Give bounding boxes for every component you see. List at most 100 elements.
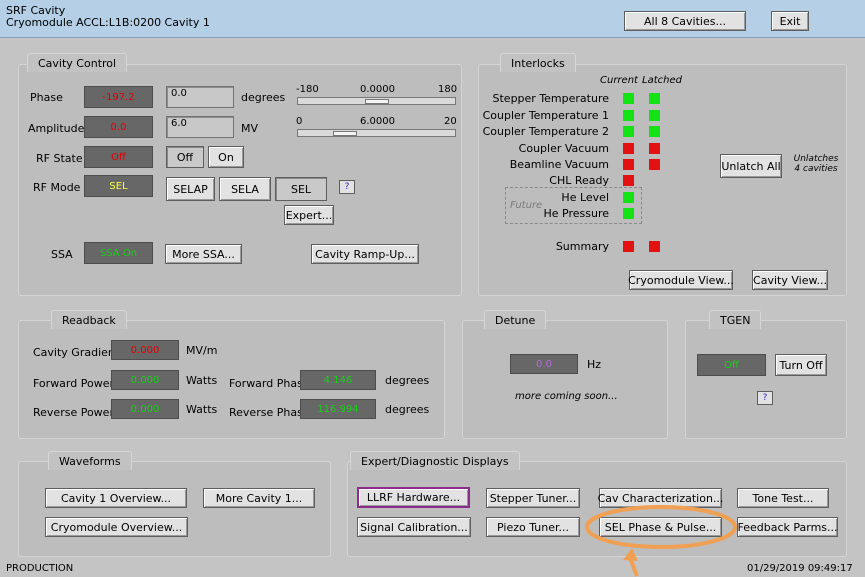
summary-latched-indicator bbox=[649, 241, 660, 252]
summary-current-indicator bbox=[623, 241, 634, 252]
window-title: SRF Cavity Cryomodule ACCL:L1B:0200 Cavi… bbox=[6, 5, 210, 29]
interlock-label: Coupler Vacuum bbox=[518, 142, 609, 155]
ssa-readback: SSA On bbox=[84, 242, 153, 264]
amplitude-slider[interactable] bbox=[297, 129, 456, 137]
gradient-unit: MV/m bbox=[186, 344, 218, 357]
rf-mode-readback: SEL bbox=[84, 175, 153, 197]
sel-button[interactable]: SEL bbox=[275, 177, 327, 201]
expert-button[interactable]: Expert... bbox=[284, 205, 334, 225]
interlock-current-indicator bbox=[623, 192, 634, 203]
more-ssa-button[interactable]: More SSA... bbox=[165, 244, 242, 264]
phase-unit: degrees bbox=[241, 91, 286, 104]
cavity-view-button[interactable]: Cavity View... bbox=[752, 270, 828, 290]
reverse-power-unit: Watts bbox=[186, 403, 218, 416]
llrf-hardware-button[interactable]: LLRF Hardware... bbox=[357, 487, 470, 508]
interlock-current-indicator bbox=[623, 143, 634, 154]
stepper-tuner-button[interactable]: Stepper Tuner... bbox=[486, 488, 580, 508]
reverse-phase-label: Reverse Phase bbox=[229, 406, 310, 419]
waveforms-tab: Waveforms bbox=[48, 451, 132, 470]
forward-power-readback: 0.000 bbox=[111, 370, 179, 390]
unlatch-note-line-2: 4 cavities bbox=[794, 164, 838, 174]
selap-button[interactable]: SELAP bbox=[166, 177, 215, 201]
exit-button[interactable]: Exit bbox=[771, 11, 809, 31]
detune-readback: 0.0 bbox=[510, 354, 578, 374]
interlock-current-indicator bbox=[623, 175, 634, 186]
amplitude-slider-thumb[interactable] bbox=[333, 131, 357, 136]
mode-indicator: PRODUCTION bbox=[6, 563, 74, 574]
highlight-arrow-head bbox=[623, 548, 638, 561]
unlatch-note-line-1: Unlatches bbox=[793, 154, 839, 164]
gradient-readback: 0.000 bbox=[111, 340, 179, 360]
interlock-label: CHL Ready bbox=[549, 174, 609, 187]
phase-label: Phase bbox=[30, 91, 63, 104]
unlatch-all-button[interactable]: Unlatch All bbox=[720, 154, 782, 178]
piezo-tuner-button[interactable]: Piezo Tuner... bbox=[486, 517, 580, 537]
interlock-current-indicator bbox=[623, 110, 634, 121]
phase-slider-max: 180 bbox=[438, 84, 458, 95]
interlock-label: Beamline Vacuum bbox=[509, 158, 609, 171]
cavity-overview-button[interactable]: Cavity 1 Overview... bbox=[45, 488, 187, 508]
interlock-current-indicator bbox=[623, 93, 634, 104]
interlock-label: Coupler Temperature 2 bbox=[482, 125, 609, 138]
sela-button[interactable]: SELA bbox=[219, 177, 271, 201]
interlock-latched-indicator bbox=[649, 126, 660, 137]
interlocks-col-latched: Latched bbox=[642, 75, 682, 86]
cavity-ramp-up-button[interactable]: Cavity Ramp-Up... bbox=[311, 244, 419, 264]
more-cavity-button[interactable]: More Cavity 1... bbox=[203, 488, 315, 508]
reverse-power-label: Reverse Power bbox=[33, 406, 114, 419]
title-line-2: Cryomodule ACCL:L1B:0200 Cavity 1 bbox=[6, 16, 210, 29]
annotation-highlight bbox=[585, 505, 737, 577]
readback-tab: Readback bbox=[51, 310, 127, 329]
reverse-phase-readback: 116.994 bbox=[300, 399, 376, 419]
reverse-phase-unit: degrees bbox=[385, 403, 430, 416]
interlocks-col-current: Current bbox=[600, 75, 638, 86]
amplitude-label: Amplitude bbox=[28, 122, 85, 135]
forward-power-label: Forward Power bbox=[33, 377, 114, 390]
signal-calibration-button[interactable]: Signal Calibration... bbox=[357, 517, 471, 537]
phase-setpoint-input[interactable]: 0.0 bbox=[166, 86, 234, 108]
interlocks-tab: Interlocks bbox=[500, 53, 576, 72]
waveforms-panel bbox=[18, 461, 331, 557]
tgen-help-button[interactable]: ? bbox=[757, 391, 773, 405]
phase-slider[interactable] bbox=[297, 97, 456, 105]
phase-slider-thumb[interactable] bbox=[365, 99, 389, 104]
interlock-label: Coupler Temperature 1 bbox=[482, 109, 609, 122]
timestamp: 01/29/2019 09:49:17 bbox=[747, 563, 853, 574]
interlock-label: He Level bbox=[561, 191, 609, 204]
amplitude-slider-value: 6.0000 bbox=[360, 116, 395, 127]
detune-unit: Hz bbox=[587, 358, 602, 371]
reverse-power-readback: 0.000 bbox=[111, 399, 179, 419]
forward-power-unit: Watts bbox=[186, 374, 218, 387]
tgen-tab: TGEN bbox=[709, 310, 762, 329]
forward-phase-label: Forward Phase bbox=[229, 377, 310, 390]
phase-slider-value: 0.0000 bbox=[360, 84, 395, 95]
interlock-latched-indicator bbox=[649, 159, 660, 170]
forward-phase-readback: 4.146 bbox=[300, 370, 376, 390]
all-cavities-button[interactable]: All 8 Cavities... bbox=[624, 11, 746, 31]
detune-tab: Detune bbox=[484, 310, 547, 329]
rf-on-button[interactable]: On bbox=[208, 146, 244, 168]
gradient-label: Cavity Gradient bbox=[33, 346, 120, 359]
rf-off-button[interactable]: Off bbox=[166, 146, 204, 168]
amplitude-slider-min: 0 bbox=[296, 116, 303, 127]
detune-panel bbox=[462, 320, 668, 439]
interlock-current-indicator bbox=[623, 159, 634, 170]
interlock-label: He Pressure bbox=[543, 207, 609, 220]
cryomodule-view-button[interactable]: Cryomodule View... bbox=[628, 270, 734, 290]
ssa-label: SSA bbox=[51, 248, 73, 261]
amplitude-setpoint-input[interactable]: 6.0 bbox=[166, 116, 234, 138]
amplitude-unit: MV bbox=[241, 122, 259, 135]
cryomodule-overview-button[interactable]: Cryomodule Overview... bbox=[45, 517, 188, 537]
phase-slider-min: -180 bbox=[296, 84, 319, 95]
unlatch-note: Unlatches 4 cavities bbox=[787, 154, 845, 174]
rf-mode-help-button[interactable]: ? bbox=[339, 180, 355, 194]
rf-state-readback: Off bbox=[84, 146, 153, 168]
interlock-current-indicator bbox=[623, 126, 634, 137]
cavity-control-tab: Cavity Control bbox=[27, 53, 128, 72]
phase-readback: -197.2 bbox=[84, 86, 153, 108]
tgen-panel bbox=[685, 320, 847, 439]
interlock-latched-indicator bbox=[649, 143, 660, 154]
interlock-latched-indicator bbox=[649, 93, 660, 104]
tgen-turn-off-button[interactable]: Turn Off bbox=[775, 354, 827, 376]
rf-state-label: RF State bbox=[36, 152, 83, 165]
